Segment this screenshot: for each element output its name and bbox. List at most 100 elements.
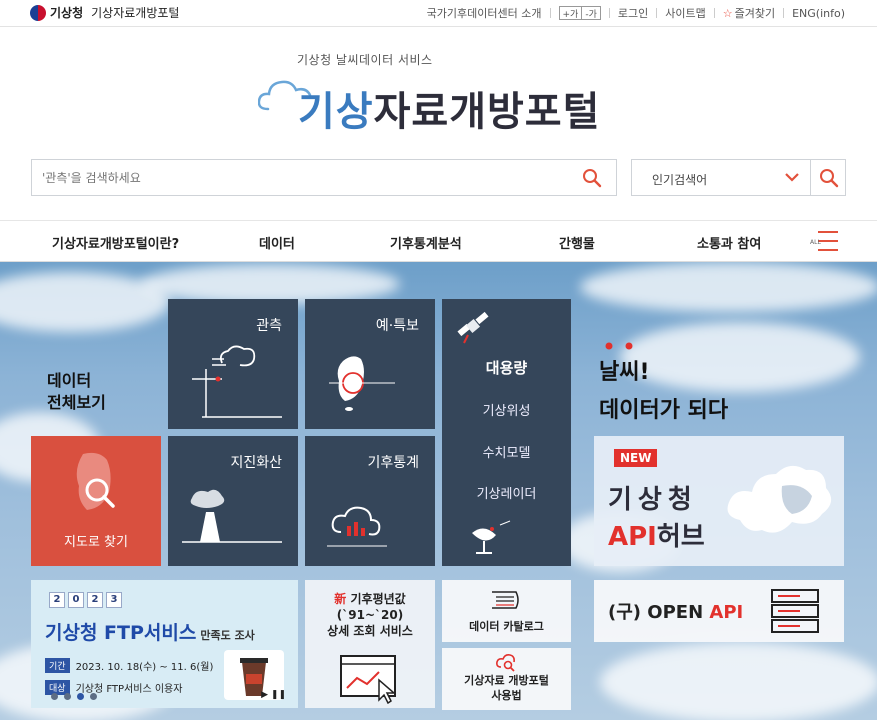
tile-forecast[interactable]: 예·특보 xyxy=(305,299,435,429)
ftp-survey-banner[interactable]: 2 0 2 3 기상청 FTP서비스 만족도 조사 기간 2023. 10. 18… xyxy=(31,580,298,708)
data-all-link[interactable]: 데이터 전체보기 xyxy=(47,370,106,414)
sky-cloud xyxy=(580,262,877,312)
taegeuk-emblem-icon xyxy=(30,4,46,21)
pagination-dot[interactable] xyxy=(77,693,84,700)
link-center-intro[interactable]: 국가기후데이터센터 소개 xyxy=(427,5,542,21)
logo-rest: 자료개방포털 xyxy=(373,89,601,135)
all-menu-label: ALL xyxy=(810,239,821,246)
nav-item-data[interactable]: 데이터 xyxy=(259,233,295,252)
api-accent: API xyxy=(608,522,657,552)
slogan-line2: 데이터가 되다 xyxy=(599,398,729,423)
nav-item-publications[interactable]: 간행물 xyxy=(559,233,595,252)
header-tagline: 기상청 날씨데이터 서비스 xyxy=(297,53,433,67)
header: 기상청 날씨데이터 서비스 기상자료개방포털 인기검색어 xyxy=(0,27,877,220)
map-search-tile[interactable]: 지도로 찾기 xyxy=(31,436,161,566)
pagination-dot[interactable] xyxy=(51,693,58,700)
font-size-controls: +가 -가 xyxy=(558,6,601,20)
period-tag: 기간 xyxy=(45,658,70,673)
api-hub-rest: 허브 xyxy=(656,522,705,552)
normals-text: 新 기후평년값 (`91~`20) 상세 조회 서비스 xyxy=(305,591,435,639)
tile-label: 예·특보 xyxy=(375,318,419,334)
bigdata-title: 대용량 xyxy=(485,359,528,377)
search-input[interactable] xyxy=(32,160,552,195)
cloud-chart-icon xyxy=(327,506,387,547)
data-catalog-button[interactable]: 데이터 카탈로그 xyxy=(442,580,571,642)
tile-observation[interactable]: 관측 xyxy=(168,299,298,429)
new-badge: NEW xyxy=(614,449,658,467)
climate-normals-banner[interactable]: 新 기후평년값 (`91~`20) 상세 조회 서비스 xyxy=(305,580,435,708)
link-numerical-model[interactable]: 수치모델 xyxy=(442,442,571,461)
ftp-period-row: 기간 2023. 10. 18(수) ~ 11. 6(월) xyxy=(45,658,213,673)
api-hub-line2: API허브 xyxy=(608,516,705,553)
link-weather-radar[interactable]: 기상레이더 xyxy=(442,483,571,502)
map-search-label: 지도로 찾기 xyxy=(64,535,128,550)
usage-line2: 사용법 xyxy=(491,689,522,702)
year-card: 0 xyxy=(68,592,84,608)
sky-cloud xyxy=(140,264,400,304)
pagination-dot[interactable] xyxy=(90,693,97,700)
data-catalog-label: 데이터 카탈로그 xyxy=(469,620,544,633)
search-icon[interactable] xyxy=(582,168,602,188)
korea-forecast-icon xyxy=(329,356,395,411)
link-satellite[interactable]: 기상위성 xyxy=(442,400,571,419)
site-logo[interactable]: 기상자료개방포털 xyxy=(258,75,628,135)
popular-search-button[interactable] xyxy=(810,159,846,196)
link-favorites[interactable]: 즐겨찾기 xyxy=(735,5,775,21)
top-utility-bar: 기상청 기상자료개방포털 국가기후데이터센터 소개 +가 -가 로그인 사이트맵… xyxy=(0,0,877,27)
hamburger-bar xyxy=(818,231,838,233)
hamburger-bar xyxy=(818,249,838,251)
font-decrease-button[interactable]: -가 xyxy=(581,6,600,20)
cloud-map-icon xyxy=(727,465,832,533)
api-hub-line1: 기상청 xyxy=(608,485,698,515)
gov-logo[interactable]: 기상청 기상자료개방포털 xyxy=(30,4,179,21)
tile-label: 지진화산 xyxy=(230,455,282,471)
year-cards: 2 0 2 3 xyxy=(49,592,122,608)
all-menu-button[interactable]: ALL xyxy=(810,231,838,253)
divider xyxy=(656,8,658,18)
main-nav: 기상자료개방포털이란? 데이터 기후통계분석 간행물 소통과 참여 ALL xyxy=(0,220,877,262)
hero-slogan: 날씨! 데이터가 되다 xyxy=(599,354,728,430)
data-all-line1: 데이터 xyxy=(47,371,92,390)
search-icon xyxy=(820,169,839,188)
tile-climate-stats[interactable]: 기후통계 xyxy=(305,436,435,566)
site-name: 기상자료개방포털 xyxy=(91,6,180,20)
banner-pagination xyxy=(51,693,97,700)
period-text: 2023. 10. 18(수) ~ 11. 6(월) xyxy=(75,662,214,673)
ftp-subtitle: 만족도 조사 xyxy=(200,629,255,642)
star-icon: ☆ xyxy=(722,6,733,20)
logo-accent: 기상 xyxy=(298,89,374,135)
link-english[interactable]: ENG(info) xyxy=(792,7,845,20)
link-sitemap[interactable]: 사이트맵 xyxy=(665,5,705,21)
org-name: 기상청 xyxy=(50,6,84,20)
chart-cursor-icon xyxy=(340,655,397,704)
open-api-banner[interactable]: (구) OPEN API xyxy=(594,580,844,642)
year-card: 2 xyxy=(87,592,103,608)
normals-line1: 기후평년값 xyxy=(350,592,406,606)
search-box xyxy=(31,159,617,196)
banner-play-pause[interactable]: ▶ ❚❚ xyxy=(261,690,286,700)
open-api-prefix: (구) OPEN xyxy=(608,602,710,623)
api-hub-banner[interactable]: NEW 기상청 API허브 xyxy=(594,436,844,566)
pagination-dot[interactable] xyxy=(64,693,71,700)
cloud-search-icon xyxy=(496,654,515,672)
popular-keywords-select[interactable]: 인기검색어 xyxy=(631,159,811,196)
tile-earthquake[interactable]: 지진화산 xyxy=(168,436,298,566)
portal-usage-button[interactable]: 기상자료 개방포털 사용법 xyxy=(442,648,571,710)
tile-label: 관측 xyxy=(256,318,282,334)
nav-item-about[interactable]: 기상자료개방포털이란? xyxy=(52,233,179,252)
divider xyxy=(713,8,715,18)
year-card: 2 xyxy=(49,592,65,608)
nav-item-community[interactable]: 소통과 참여 xyxy=(697,233,761,252)
normals-line2: (`91~`20) xyxy=(336,608,404,622)
font-increase-button[interactable]: +가 xyxy=(560,7,582,20)
link-login[interactable]: 로그인 xyxy=(618,5,648,21)
nav-item-climate-analysis[interactable]: 기후통계분석 xyxy=(390,233,462,252)
normals-line3: 상세 조회 서비스 xyxy=(327,624,413,638)
year-card: 3 xyxy=(106,592,122,608)
logo-text: 기상자료개방포털 xyxy=(298,79,600,137)
ftp-title-main: 기상청 FTP서비스 xyxy=(45,622,197,644)
divider xyxy=(549,8,551,18)
divider xyxy=(608,8,610,18)
weather-station-icon xyxy=(192,345,282,418)
sky-cloud xyxy=(600,642,877,720)
